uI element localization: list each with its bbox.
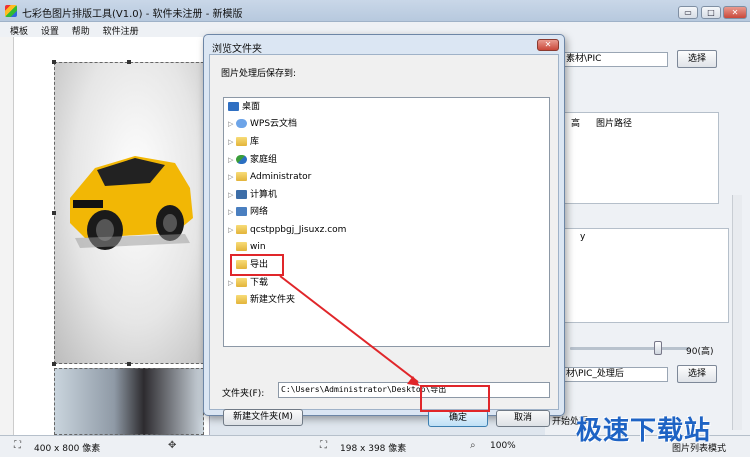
folder-icon bbox=[236, 278, 247, 287]
menu-help[interactable]: 帮助 bbox=[72, 24, 90, 37]
new-folder-button[interactable]: 新建文件夹(M) bbox=[223, 409, 303, 426]
select-output-button[interactable]: 选择 bbox=[677, 365, 717, 383]
library-icon bbox=[236, 137, 247, 146]
grid-header-height: 高 bbox=[571, 119, 581, 129]
resize-handle[interactable] bbox=[52, 60, 56, 64]
menu-register[interactable]: 软件注册 bbox=[103, 24, 139, 37]
menu-settings[interactable]: 设置 bbox=[41, 24, 59, 37]
car-photo[interactable] bbox=[54, 62, 204, 364]
folder-icon bbox=[236, 242, 247, 251]
folder-tree[interactable]: 桌面 ▷ WPS云文档 ▷ 库 ▷ 家庭组 ▷ Administrator ▷ … bbox=[223, 97, 550, 347]
desktop-icon bbox=[228, 102, 239, 111]
resize-handle[interactable] bbox=[127, 60, 131, 64]
folder-path-input[interactable]: C:\Users\Administrator\Desktop\导出 bbox=[278, 382, 550, 398]
resize-handle[interactable] bbox=[52, 362, 56, 366]
dialog-prompt: 图片处理后保存到: bbox=[221, 69, 297, 79]
menu-template[interactable]: 模板 bbox=[10, 24, 28, 37]
dialog-title: 浏览文件夹 bbox=[212, 44, 262, 55]
vertical-ruler bbox=[0, 37, 14, 435]
export-highlight-box bbox=[230, 254, 284, 276]
window-title: 七彩色图片排版工具(V1.0) - 软件未注册 - 新模版 bbox=[22, 9, 243, 20]
right-panel-scrollbar[interactable] bbox=[732, 195, 742, 430]
title-bar: 七彩色图片排版工具(V1.0) - 软件未注册 - 新模版 ▭ □ ✕ bbox=[0, 0, 750, 22]
size-slider-thumb[interactable] bbox=[654, 341, 662, 355]
dialog-body: 图片处理后保存到: 桌面 ▷ WPS云文档 ▷ 库 ▷ 家庭组 ▷ Admini… bbox=[209, 54, 559, 427]
slider-value-label: 90(高) bbox=[686, 347, 714, 357]
folder-icon bbox=[236, 225, 247, 234]
ok-highlight-box bbox=[420, 385, 490, 412]
resize-handle[interactable] bbox=[127, 362, 131, 366]
user-folder-icon bbox=[236, 172, 247, 181]
output-path-input[interactable]: 材\PIC_处理后 bbox=[563, 367, 668, 382]
folder-icon bbox=[236, 295, 247, 304]
image-grid[interactable]: 高 图片路径 bbox=[563, 112, 719, 204]
cloud-icon bbox=[236, 119, 247, 128]
portrait-photo[interactable] bbox=[54, 368, 204, 435]
maximize-button[interactable]: □ bbox=[701, 6, 721, 19]
canvas-size-icon: ⛶ bbox=[14, 440, 21, 451]
canvas-size-text: 400 x 800 像素 bbox=[34, 444, 101, 454]
grid-header-y: y bbox=[580, 232, 586, 242]
computer-icon bbox=[236, 190, 247, 199]
zoom-icon: ⌕ bbox=[470, 440, 476, 451]
move-icon: ✥ bbox=[168, 440, 177, 451]
ok-button[interactable]: 确定 bbox=[428, 410, 488, 427]
homegroup-icon bbox=[236, 155, 247, 164]
dialog-close-button[interactable]: ✕ bbox=[537, 39, 559, 51]
cancel-button[interactable]: 取消 bbox=[496, 410, 550, 427]
watermark-text: 极速下载站 bbox=[576, 416, 712, 446]
position-grid[interactable]: y bbox=[563, 228, 729, 323]
zoom-level-text: 100% bbox=[490, 441, 516, 451]
size-slider-track[interactable] bbox=[570, 347, 690, 350]
resize-handle[interactable] bbox=[52, 211, 56, 215]
browse-folder-dialog: 浏览文件夹 ✕ 图片处理后保存到: 桌面 ▷ WPS云文档 ▷ 库 ▷ 家庭组 bbox=[203, 34, 565, 427]
network-icon bbox=[236, 207, 247, 216]
select-source-button[interactable]: 选择 bbox=[677, 50, 717, 68]
selection-size-text: 198 x 398 像素 bbox=[340, 444, 407, 454]
source-path-input[interactable]: 素材\PIC bbox=[563, 52, 668, 67]
minimize-button[interactable]: ▭ bbox=[678, 6, 698, 19]
folder-label: 文件夹(F): bbox=[222, 389, 265, 399]
car-image bbox=[70, 156, 193, 250]
app-logo-icon bbox=[5, 5, 17, 17]
grid-header-path: 图片路径 bbox=[596, 119, 633, 129]
selection-size-icon: ⛶ bbox=[320, 440, 327, 451]
close-button[interactable]: ✕ bbox=[723, 6, 747, 19]
